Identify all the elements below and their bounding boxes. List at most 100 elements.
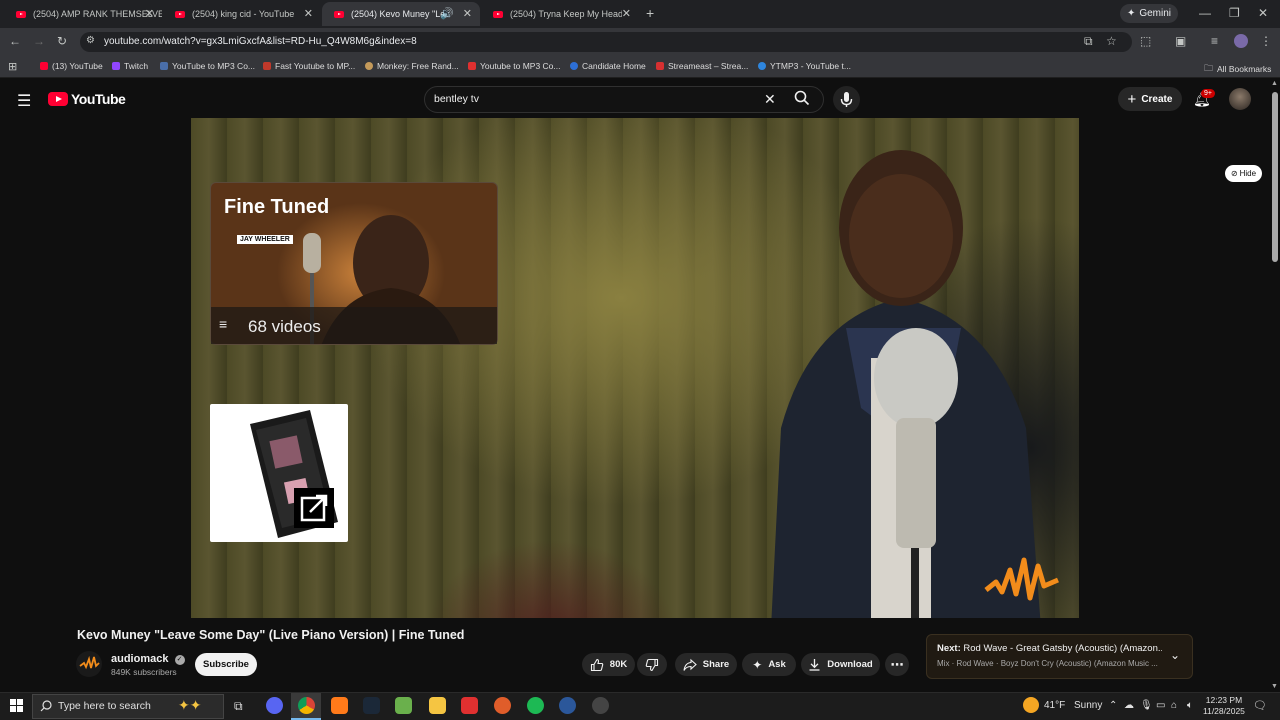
restore-icon[interactable]: ❐ [1229,6,1240,20]
bookmark-item[interactable]: Youtube to MP3 Co... [468,61,561,71]
youtube-play-logo-icon [48,92,68,106]
search-icon[interactable] [794,90,810,111]
hide-button[interactable]: ⊘ Hide [1225,165,1262,182]
url-text[interactable]: youtube.com/watch?v=gx3LmiGxcfA&list=RD-… [104,36,417,47]
app-icon[interactable] [461,697,478,714]
weather-widget[interactable]: 41°F Sunny [1044,700,1102,711]
chevron-down-icon[interactable]: ⌄ [1170,648,1180,662]
tray-display-icon[interactable]: ▭ [1156,700,1165,711]
taskbar-clock[interactable]: 12:23 PM 11/28/2025 [1203,695,1245,717]
app-icon[interactable] [592,697,609,714]
user-avatar[interactable] [1229,88,1251,110]
profile-avatar[interactable] [1234,34,1248,48]
youtube-logo-text: YouTube [71,91,126,107]
search-highlight-icon: ✦✦ [178,697,202,713]
bookmark-item[interactable]: Fast Youtube to MP... [263,61,355,71]
scroll-down-arrow-icon[interactable]: ▼ [1271,683,1278,690]
close-window-icon[interactable]: ✕ [1258,6,1268,20]
browser-tab-active[interactable]: (2504) Kevo Muney "Leave 🔊 ✕ [322,2,480,26]
subscriber-count: 849K subscribers [111,667,177,677]
bookmark-item[interactable]: (13) YouTube [40,61,103,71]
create-button[interactable]: + Create [1118,87,1182,111]
dislike-button[interactable] [637,653,667,676]
thumbs-down-icon [645,658,659,671]
close-tab-icon[interactable]: ✕ [622,7,631,20]
up-next-card[interactable] [926,634,1193,679]
tray-app-icon[interactable]: ☁ [1124,700,1134,711]
channel-name[interactable]: audiomack ✓ [111,653,185,665]
subscribe-button[interactable]: Subscribe [195,653,257,676]
taskbar-search-input[interactable]: Type here to search [58,700,151,712]
share-button[interactable]: Share [675,653,737,676]
steam-app-icon[interactable] [363,697,380,714]
side-panel-icon[interactable]: ▣ [1175,34,1186,48]
audio-playing-icon[interactable]: 🔊 [440,7,454,20]
file-explorer-icon[interactable] [429,697,446,714]
temperature: 41°F [1044,700,1066,711]
notification-center-icon[interactable]: 🗨︎ [1253,699,1267,712]
forward-icon[interactable]: → [33,34,45,48]
apps-grid-icon[interactable]: ⊞ [8,60,17,73]
bookmark-item[interactable]: YouTube to MP3 Co... [160,61,255,71]
close-tab-icon[interactable]: ✕ [145,7,154,20]
discord-app-icon[interactable] [266,697,283,714]
channel-avatar[interactable] [76,651,102,677]
app-icon[interactable] [494,697,511,714]
minimize-icon[interactable]: — [1199,6,1211,20]
bookmark-item[interactable]: YTMP3 - YouTube t... [758,61,851,71]
network-icon[interactable]: ⌂ [1171,700,1177,711]
more-actions-icon[interactable]: ⋯ [885,653,909,676]
new-tab-icon[interactable]: + [646,5,654,21]
media-controls-icon[interactable]: ≡ [1211,34,1218,48]
bookmark-item[interactable]: Candidate Home [570,61,646,71]
gemini-button[interactable]: ✦ Gemini [1120,4,1178,23]
browser-menu-icon[interactable]: ⋮ [1260,34,1272,48]
volume-icon[interactable]: 🔈︎ [1187,700,1193,711]
browser-tab[interactable]: (2504) AMP RANK THEMSELVES ✕ [4,2,162,26]
bookmark-label: YTMP3 - YouTube t... [770,61,851,71]
voice-search-button[interactable] [833,86,860,113]
playlist-artist-tag: JAY WHEELER [237,235,293,244]
close-tab-icon[interactable]: ✕ [304,7,313,20]
word-app-icon[interactable] [559,697,576,714]
site-info-icon[interactable]: ⚙ [86,35,95,46]
bookmark-star-icon[interactable]: ☆ [1106,34,1117,48]
bookmark-favicon-icon [263,62,271,70]
bookmark-item[interactable]: Monkey: Free Rand... [365,61,459,71]
scroll-up-arrow-icon[interactable]: ▲ [1271,80,1278,87]
browser-tab[interactable]: (2504) king cid - YouTube ✕ [163,2,321,26]
windows-start-icon[interactable] [10,699,23,717]
open-external-button[interactable] [294,488,334,528]
download-button[interactable]: Download [801,653,880,676]
tab-title: (2504) Kevo Muney "Leave [351,9,449,19]
clear-search-icon[interactable]: ✕ [764,91,776,108]
close-tab-icon[interactable]: ✕ [463,7,472,20]
browser-tab[interactable]: (2504) Tryna Keep My Head Up ✕ [481,2,639,26]
search-input[interactable]: bentley tv [434,93,479,105]
scrollbar-thumb[interactable] [1272,92,1278,262]
tray-chevron-up-icon[interactable]: ⌃ [1109,700,1117,711]
like-button[interactable]: 80K [582,653,635,676]
task-view-icon[interactable]: ⧉ [234,699,243,714]
bookmark-label: Monkey: Free Rand... [377,61,459,71]
app-promo-card[interactable] [210,404,348,542]
ask-button[interactable]: ✦ Ask [742,653,796,676]
bookmark-label: (13) YouTube [52,61,103,71]
chrome-app-icon[interactable] [298,697,315,714]
youtube-logo[interactable]: YouTube [48,91,126,107]
reload-icon[interactable]: ↻ [57,34,67,48]
bookmark-item[interactable]: Twitch [112,61,148,71]
microphone-tray-icon[interactable]: 🎙︎ [1140,700,1153,711]
extensions-icon[interactable]: ⬚ [1140,34,1151,48]
youtube-favicon-icon [175,10,185,18]
install-app-icon[interactable]: ⧉ [1084,34,1093,49]
spotify-app-icon[interactable] [527,697,544,714]
hamburger-menu-icon[interactable]: ☰ [17,91,31,111]
gemini-label: Gemini [1139,8,1172,19]
verified-check-icon: ✓ [174,655,185,665]
back-icon[interactable]: ← [9,34,21,48]
app-icon[interactable] [395,697,412,714]
all-bookmarks-button[interactable]: 🗀 All Bookmarks [1204,61,1271,77]
app-icon[interactable] [331,697,348,714]
bookmark-item[interactable]: Streameast – Strea... [656,61,748,71]
